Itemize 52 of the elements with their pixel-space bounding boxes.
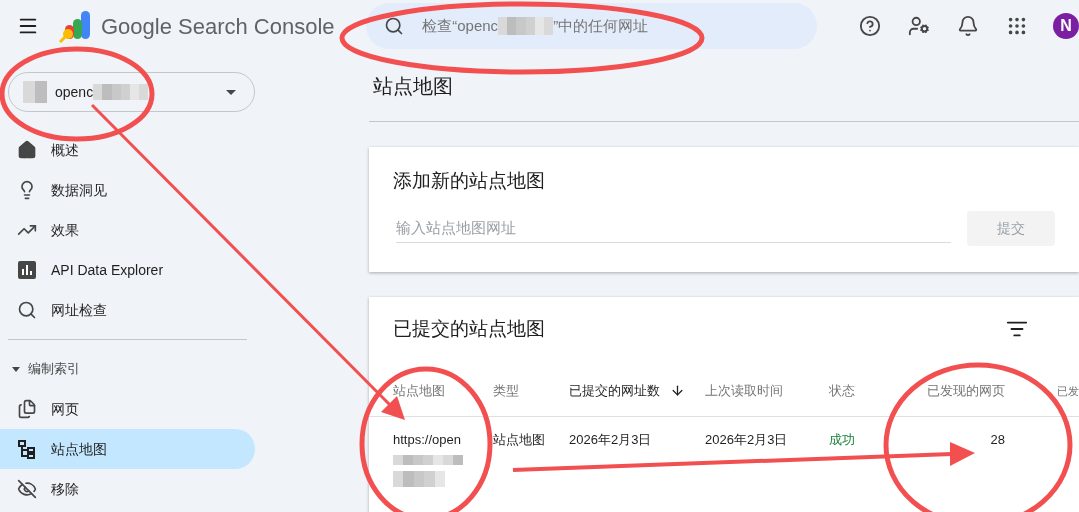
sidebar-item[interactable]: 站点地图 [0,429,255,469]
table-cell-text: 站点地图 [493,430,546,449]
column-header[interactable]: 已发现的网页 [927,380,1005,400]
column-header[interactable]: 状态 [829,380,855,400]
column-header[interactable]: 站点地图 [393,380,445,400]
pages-icon [17,399,37,419]
bell-icon [957,15,979,37]
redaction-mark [93,84,149,100]
status-text: 成功 [829,430,856,449]
account-avatar[interactable]: N [1053,13,1079,39]
card-title: 添加新的站点地图 [393,169,546,193]
help-icon [859,15,881,37]
eye-off-icon [17,479,37,499]
table-cell-text: 2026年2月3日 [569,430,653,449]
search-placeholder: 检查“openc [422,15,499,36]
column-header[interactable]: 已发 [1057,382,1079,399]
sidebar-item[interactable]: API Data Explorer [0,250,255,290]
column-header[interactable]: 类型 [493,380,519,400]
apps-grid-icon [1006,15,1028,37]
column-header[interactable]: 已提交的网址数 [569,380,685,400]
logo-icon [59,9,93,43]
sidebar-item[interactable]: 网页 [0,389,255,429]
bar-chart-icon [18,261,36,279]
redaction-mark [498,17,554,35]
sidebar-item[interactable]: 数据洞见 [0,170,255,210]
help-button[interactable] [857,13,883,39]
table-cell-text: https://open [393,430,462,449]
redaction-mark [23,81,47,103]
sitemap-icon [17,439,37,459]
table-cell-text: 28 [989,430,1005,449]
section-header[interactable]: 编制索引 [0,349,255,389]
redaction-mark [393,455,463,465]
sidebar-item[interactable]: 移除 [0,469,255,509]
product-name: Google Search Console [101,12,335,41]
search-field[interactable]: 检查“openc ”中的任何网址 [366,3,817,49]
page-title: 站点地图 [373,73,453,99]
user-gear-icon [908,15,930,37]
sidebar-item[interactable]: 网址检查 [0,290,255,330]
sidebar-item[interactable]: 效果 [0,210,255,250]
search-placeholder: ”中的任何网址 [553,15,649,36]
sitemap-url-field[interactable]: 输入站点地图网址 [396,213,952,243]
table-cell-text: 2026年2月3日 [705,430,789,449]
search-icon [384,16,405,36]
sort-arrow-icon [670,382,685,398]
caret-icon [226,89,236,95]
search-icon [17,300,37,320]
card-title: 已提交的站点地图 [393,317,545,341]
sidebar-item[interactable]: 概述 [0,130,255,170]
column-header[interactable]: 上次读取时间 [705,380,783,400]
home-icon [17,140,37,160]
redaction-mark [393,471,445,487]
caret-icon [12,366,20,372]
